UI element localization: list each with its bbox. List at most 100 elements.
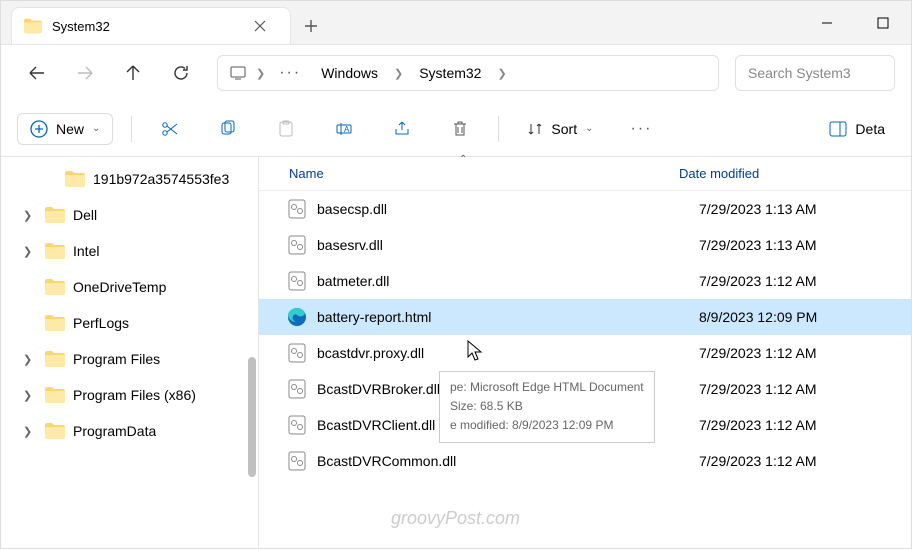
column-header-date[interactable]: Date modified bbox=[679, 166, 911, 181]
sidebar-item-label: OneDriveTemp bbox=[73, 279, 166, 295]
paste-button[interactable] bbox=[266, 109, 306, 149]
sidebar-item-label: ProgramData bbox=[73, 423, 156, 439]
sidebar-item-label: Dell bbox=[73, 207, 97, 223]
column-header-name[interactable]: Name bbox=[259, 166, 679, 181]
sidebar-item[interactable]: ❯ Program Files bbox=[1, 341, 258, 377]
arrow-right-icon bbox=[76, 64, 94, 82]
copy-icon bbox=[219, 120, 237, 138]
file-name: batmeter.dll bbox=[317, 273, 699, 289]
details-toggle-button[interactable]: Deta bbox=[819, 114, 895, 144]
new-menu-button[interactable]: New ⌄ bbox=[17, 113, 113, 145]
sidebar-item-label: PerfLogs bbox=[73, 315, 129, 331]
minimize-icon bbox=[821, 17, 833, 29]
up-button[interactable] bbox=[113, 53, 153, 93]
sidebar-item-label: 191b972a3574553fe3 bbox=[93, 171, 229, 187]
search-input[interactable]: Search System3 bbox=[735, 55, 895, 91]
maximize-button[interactable] bbox=[855, 1, 911, 45]
sidebar-item[interactable]: ❯OneDriveTemp bbox=[1, 269, 258, 305]
column-headers: ⌃ Name Date modified bbox=[259, 157, 911, 191]
main-content: ❯191b972a3574553fe3❯Dell❯Intel❯OneDriveT… bbox=[1, 157, 911, 550]
file-date: 7/29/2023 1:12 AM bbox=[699, 381, 817, 397]
file-tooltip: pe: Microsoft Edge HTML Document Size: 6… bbox=[439, 371, 655, 443]
rename-icon: A bbox=[335, 120, 353, 138]
chevron-down-icon: ⌄ bbox=[92, 123, 100, 134]
sidebar-item-label: Program Files (x86) bbox=[73, 387, 196, 403]
watermark: groovyPost.com bbox=[391, 508, 520, 529]
file-date: 7/29/2023 1:13 AM bbox=[699, 237, 817, 253]
share-icon bbox=[393, 120, 411, 138]
minimize-button[interactable] bbox=[799, 1, 855, 45]
file-name: BcastDVRCommon.dll bbox=[317, 453, 699, 469]
file-row[interactable]: bcastdvr.proxy.dll7/29/2023 1:12 AM bbox=[259, 335, 911, 371]
scissors-icon bbox=[161, 120, 179, 138]
sort-icon bbox=[527, 121, 543, 137]
details-pane-icon bbox=[829, 120, 847, 138]
tab-active[interactable]: System32 bbox=[11, 7, 291, 44]
copy-button[interactable] bbox=[208, 109, 248, 149]
sidebar-item[interactable]: ❯ ProgramData bbox=[1, 413, 258, 449]
sort-menu-button[interactable]: Sort ⌄ bbox=[517, 115, 603, 143]
arrow-up-icon bbox=[124, 64, 142, 82]
scrollbar-thumb[interactable] bbox=[248, 357, 256, 477]
toolbar: New ⌄ A Sort ⌄ ··· Deta bbox=[1, 101, 911, 157]
chevron-right-icon[interactable]: ❯ bbox=[23, 245, 37, 258]
file-date: 7/29/2023 1:12 AM bbox=[699, 453, 817, 469]
sidebar-item[interactable]: ❯ Intel bbox=[1, 233, 258, 269]
sort-indicator-icon: ⌃ bbox=[459, 154, 467, 165]
file-row[interactable]: battery-report.html8/9/2023 12:09 PM bbox=[259, 299, 911, 335]
svg-text:A: A bbox=[344, 125, 350, 134]
tab-close-button[interactable] bbox=[246, 12, 274, 40]
close-icon bbox=[254, 20, 266, 32]
file-row[interactable]: basecsp.dll7/29/2023 1:13 AM bbox=[259, 191, 911, 227]
chevron-right-icon[interactable]: ❯ bbox=[23, 209, 37, 222]
toolbar-separator bbox=[131, 116, 132, 142]
sidebar-item[interactable]: ❯ Program Files (x86) bbox=[1, 377, 258, 413]
cut-button[interactable] bbox=[150, 109, 190, 149]
file-row[interactable]: BcastDVRCommon.dll7/29/2023 1:12 AM bbox=[259, 443, 911, 479]
file-row[interactable]: batmeter.dll7/29/2023 1:12 AM bbox=[259, 263, 911, 299]
tooltip-line: Size: 68.5 KB bbox=[450, 397, 644, 416]
trash-icon bbox=[451, 120, 469, 138]
chevron-right-icon[interactable]: ❯ bbox=[254, 67, 267, 80]
maximize-icon bbox=[877, 17, 889, 29]
breadcrumb-item[interactable]: System32 bbox=[411, 61, 489, 85]
chevron-right-icon[interactable]: ❯ bbox=[495, 67, 508, 80]
monitor-icon[interactable] bbox=[228, 63, 248, 83]
file-pane: ⌃ Name Date modified basecsp.dll7/29/202… bbox=[259, 157, 911, 550]
sidebar-item[interactable]: ❯ Dell bbox=[1, 197, 258, 233]
forward-button[interactable] bbox=[65, 53, 105, 93]
search-placeholder: Search System3 bbox=[748, 65, 851, 81]
chevron-right-icon[interactable]: ❯ bbox=[23, 353, 37, 366]
file-date: 7/29/2023 1:12 AM bbox=[699, 273, 817, 289]
file-date: 8/9/2023 12:09 PM bbox=[699, 309, 817, 325]
chevron-right-icon[interactable]: ❯ bbox=[23, 389, 37, 402]
file-name: battery-report.html bbox=[317, 309, 699, 325]
refresh-button[interactable] bbox=[161, 53, 201, 93]
sidebar-item[interactable]: ❯PerfLogs bbox=[1, 305, 258, 341]
breadcrumb-item[interactable]: Windows bbox=[313, 61, 386, 85]
file-row[interactable]: basesrv.dll7/29/2023 1:13 AM bbox=[259, 227, 911, 263]
new-tab-button[interactable] bbox=[291, 7, 331, 44]
file-date: 7/29/2023 1:12 AM bbox=[699, 417, 817, 433]
sidebar-item[interactable]: ❯191b972a3574553fe3 bbox=[1, 161, 258, 197]
back-button[interactable] bbox=[17, 53, 57, 93]
tooltip-line: e modified: 8/9/2023 12:09 PM bbox=[450, 416, 644, 435]
chevron-right-icon[interactable]: ❯ bbox=[392, 67, 405, 80]
sidebar-item-label: Intel bbox=[73, 243, 99, 259]
chevron-right-icon[interactable]: ❯ bbox=[23, 425, 37, 438]
breadcrumb[interactable]: ❯ ··· Windows ❯ System32 ❯ bbox=[217, 55, 719, 91]
toolbar-separator bbox=[498, 116, 499, 142]
refresh-icon bbox=[172, 64, 190, 82]
sidebar[interactable]: ❯191b972a3574553fe3❯Dell❯Intel❯OneDriveT… bbox=[1, 157, 259, 550]
sidebar-item-label: Program Files bbox=[73, 351, 160, 367]
folder-icon bbox=[24, 17, 42, 35]
file-name: bcastdvr.proxy.dll bbox=[317, 345, 699, 361]
file-date: 7/29/2023 1:12 AM bbox=[699, 345, 817, 361]
rename-button[interactable]: A bbox=[324, 109, 364, 149]
delete-button[interactable] bbox=[440, 109, 480, 149]
share-button[interactable] bbox=[382, 109, 422, 149]
file-name: basesrv.dll bbox=[317, 237, 699, 253]
plus-circle-icon bbox=[30, 120, 48, 138]
breadcrumb-overflow[interactable]: ··· bbox=[273, 64, 307, 82]
more-button[interactable]: ··· bbox=[621, 109, 661, 149]
